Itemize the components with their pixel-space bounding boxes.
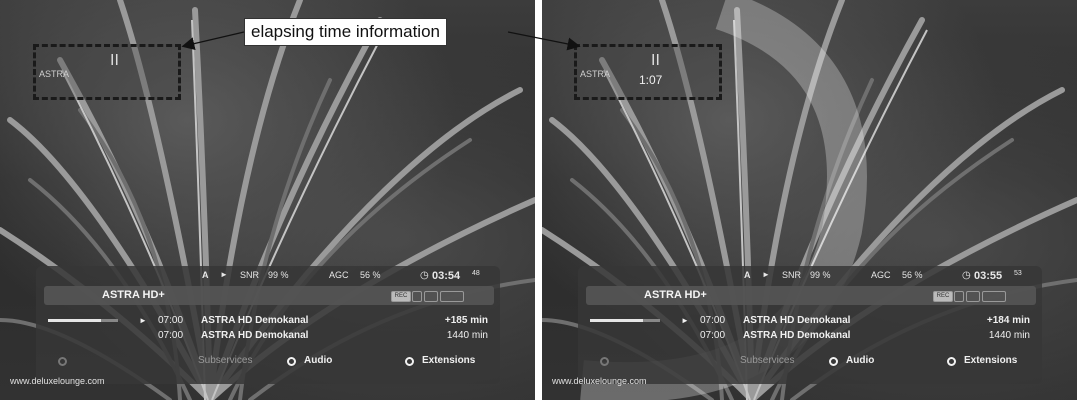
event-row-next: 07:00 ASTRA HD Demokanal 1440 min (36, 330, 500, 344)
channel-name: ASTRA HD+ (102, 289, 165, 301)
event-row-now: ► 07:00 ASTRA HD Demokanal +184 min (578, 315, 1042, 329)
infobar: A ► SNR 99 % AGC 56 % ◷ 03:54 48 ASTRA H… (36, 266, 500, 384)
blue-button-icon (405, 357, 414, 366)
tv-screen-left: II ASTRA A ► SNR 99 % AGC 56 % ◷ 03:54 4… (0, 0, 535, 400)
teletext-icon (966, 291, 980, 302)
event-row-now: ► 07:00 ASTRA HD Demokanal +185 min (36, 315, 500, 329)
event-title: ASTRA HD Demokanal (743, 315, 851, 326)
extensions-button[interactable]: Extensions (964, 355, 1017, 366)
current-seconds: 53 (1014, 270, 1022, 277)
pause-icon: II (110, 52, 119, 69)
agc-label: AGC (871, 270, 891, 280)
event-remaining: +185 min (444, 315, 488, 326)
event-start-time: 07:00 (700, 315, 726, 326)
red-button-icon (58, 357, 67, 366)
figure: II ASTRA A ► SNR 99 % AGC 56 % ◷ 03:54 4… (0, 0, 1077, 400)
event-start-time: 07:00 (158, 330, 184, 341)
event-row-next: 07:00 ASTRA HD Demokanal 1440 min (578, 330, 1042, 344)
audio-button[interactable]: Audio (304, 355, 332, 366)
event-duration: 1440 min (446, 330, 488, 341)
channel-bar: ASTRA HD+ REC (586, 286, 1036, 305)
tv-screen-right: II ASTRA 1:07 A ► SNR 99 % AGC 56 % ◷ 03… (542, 0, 1077, 400)
format-icon (440, 291, 464, 302)
callout-label: elapsing time information (244, 18, 447, 46)
snr-label: SNR (782, 270, 802, 280)
play-icon: ► (139, 316, 147, 325)
watermark: www.deluxelounge.com (10, 376, 105, 386)
crypt-icon (412, 291, 422, 302)
event-remaining: +184 min (986, 315, 1030, 326)
current-time: 03:55 (974, 270, 1003, 282)
rec-badge: REC (391, 291, 411, 302)
recording-indicator: II ASTRA 1:07 (574, 44, 722, 100)
recording-indicator: II ASTRA (33, 44, 181, 100)
rec-badge: REC (933, 291, 953, 302)
pause-icon: II (651, 52, 660, 69)
agc-value: 56 % (360, 270, 381, 280)
subservices-button[interactable]: Subservices (198, 355, 252, 366)
snr-value: 99 % (810, 270, 831, 280)
teletext-icon (424, 291, 438, 302)
channel-name: ASTRA HD+ (644, 289, 707, 301)
play-icon: ► (220, 270, 228, 279)
crypt-icon (954, 291, 964, 302)
format-icon (982, 291, 1006, 302)
blue-button-icon (947, 357, 956, 366)
event-start-time: 07:00 (158, 315, 184, 326)
agc-value: 56 % (902, 270, 923, 280)
red-button-icon (600, 357, 609, 366)
extensions-button[interactable]: Extensions (422, 355, 475, 366)
event-title: ASTRA HD Demokanal (201, 315, 309, 326)
snr-label: SNR (240, 270, 260, 280)
yellow-button-icon (829, 357, 838, 366)
signal-status-row: A ► SNR 99 % AGC 56 % ◷ 03:55 53 (578, 270, 1042, 284)
channel-bar: ASTRA HD+ REC (44, 286, 494, 305)
current-time: 03:54 (432, 270, 461, 282)
yellow-button-icon (287, 357, 296, 366)
color-button-row: Subservices Audio Extensions (36, 355, 500, 369)
snr-value: 99 % (268, 270, 289, 280)
recording-channel-label: ASTRA (39, 69, 70, 79)
infobar: A ► SNR 99 % AGC 56 % ◷ 03:55 53 ASTRA H… (578, 266, 1042, 384)
play-icon: ► (681, 316, 689, 325)
play-icon: ► (762, 270, 770, 279)
color-button-row: Subservices Audio Extensions (578, 355, 1042, 369)
recording-channel-label: ASTRA (580, 69, 611, 79)
clock-icon: ◷ (420, 270, 429, 281)
subservices-button[interactable]: Subservices (740, 355, 794, 366)
event-duration: 1440 min (988, 330, 1030, 341)
clock-icon: ◷ (962, 270, 971, 281)
event-title: ASTRA HD Demokanal (743, 330, 851, 341)
current-seconds: 48 (472, 270, 480, 277)
audio-button[interactable]: Audio (846, 355, 874, 366)
signal-status-row: A ► SNR 99 % AGC 56 % ◷ 03:54 48 (36, 270, 500, 284)
audio-track-label: A (202, 270, 209, 280)
audio-track-label: A (744, 270, 751, 280)
elapsed-time: 1:07 (639, 73, 663, 87)
agc-label: AGC (329, 270, 349, 280)
event-start-time: 07:00 (700, 330, 726, 341)
event-title: ASTRA HD Demokanal (201, 330, 309, 341)
watermark: www.deluxelounge.com (552, 376, 647, 386)
